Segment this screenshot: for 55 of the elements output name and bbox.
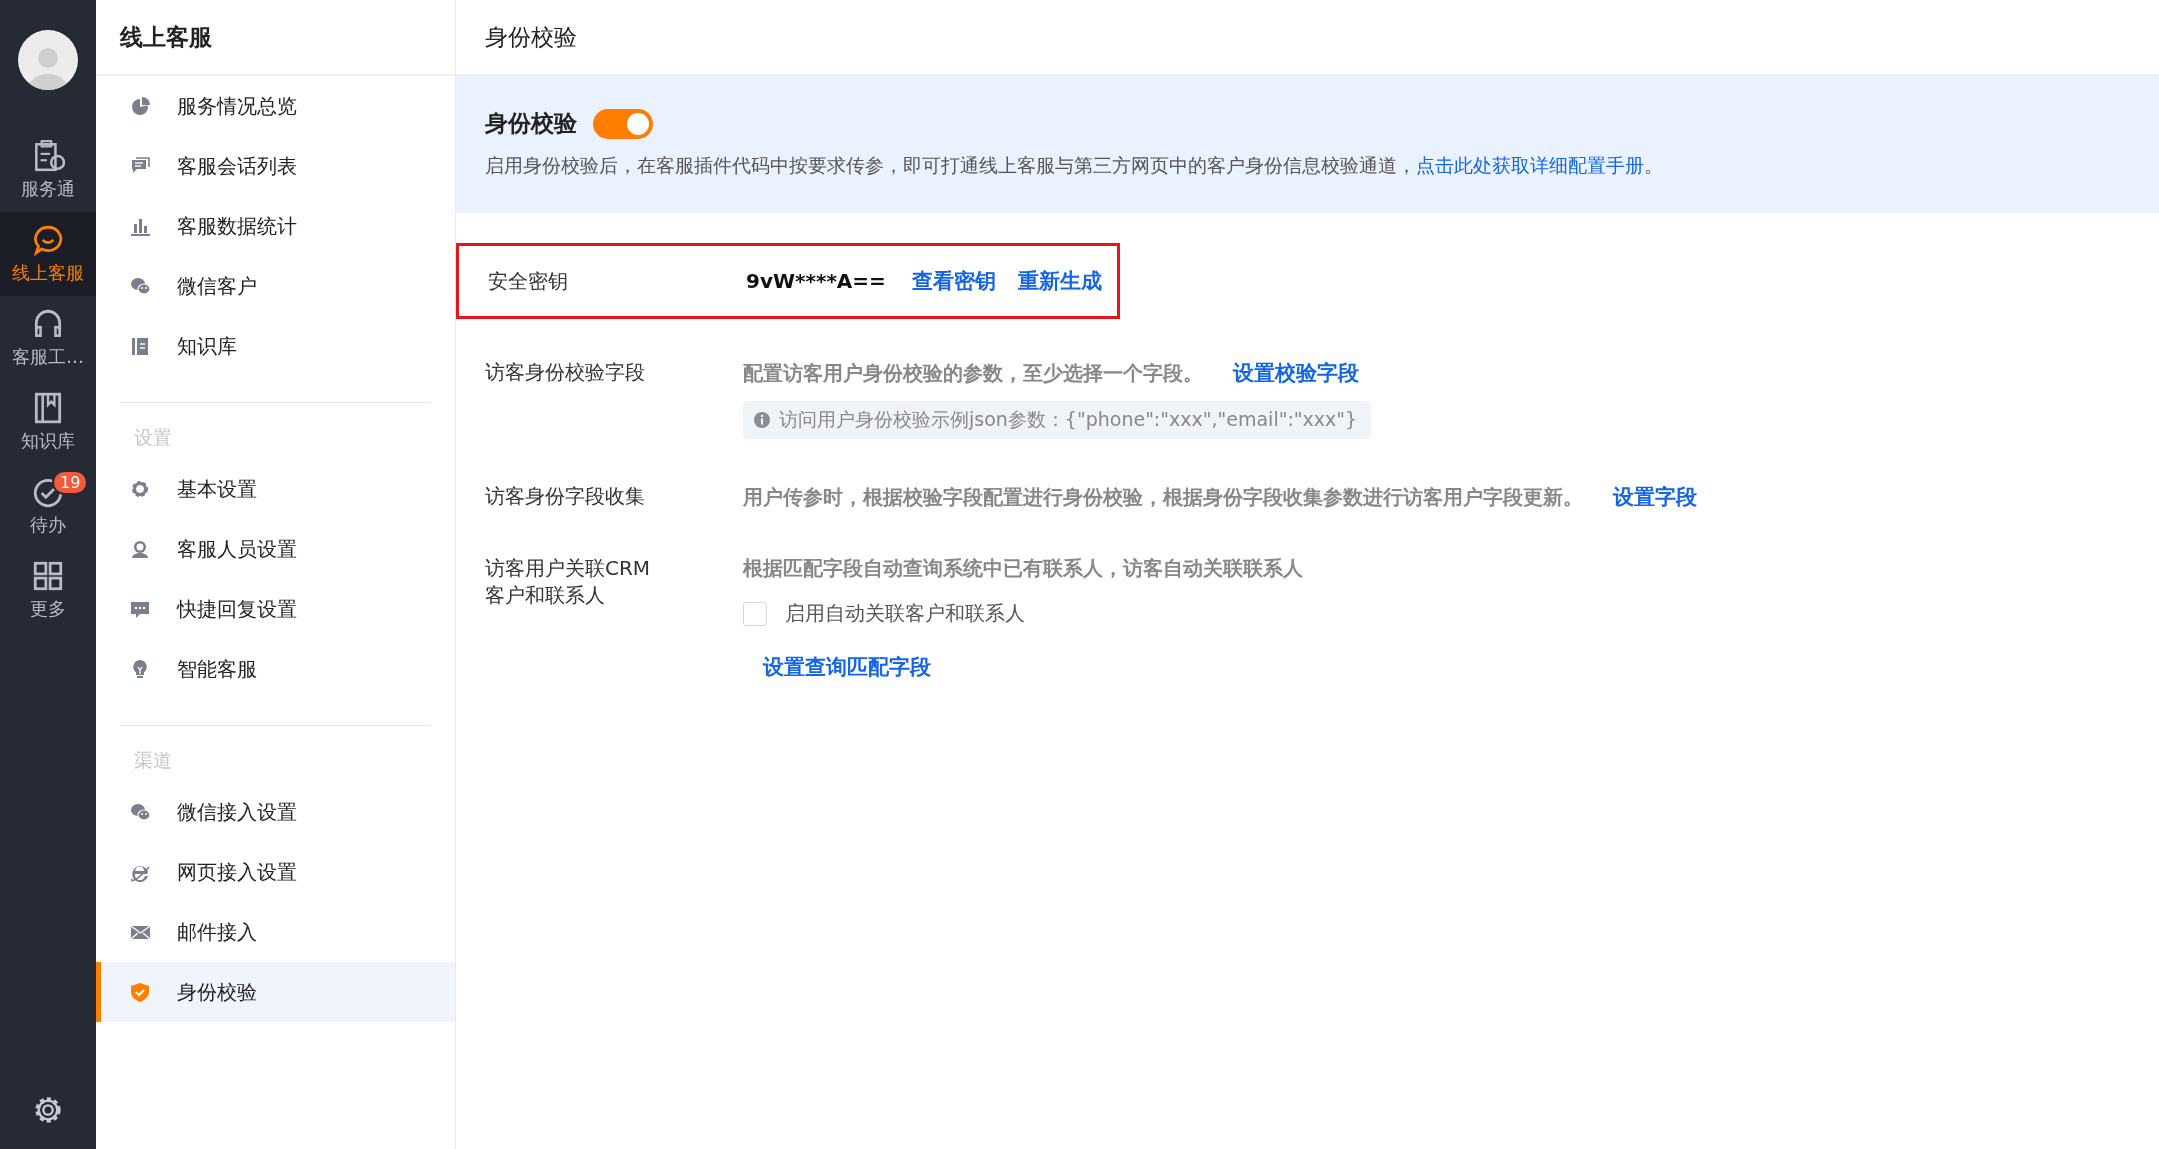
sidebar-item[interactable]: 客服数据统计: [96, 196, 455, 256]
key-value: 9vW****A==: [746, 269, 886, 293]
sidebar-item[interactable]: 智能客服: [96, 639, 455, 699]
sidebar-item[interactable]: 客服会话列表: [96, 136, 455, 196]
sidebar-item[interactable]: 服务情况总览: [96, 76, 455, 136]
sidebar-item[interactable]: 网页接入设置: [96, 842, 455, 902]
sidebar-item[interactable]: 微信接入设置: [96, 782, 455, 842]
action-link[interactable]: 查看密钥: [911, 267, 996, 295]
avatar[interactable]: [18, 30, 78, 90]
field-label: 访客身份校验字段: [485, 359, 646, 386]
rail-item[interactable]: 服务通: [0, 128, 96, 212]
settings-icon[interactable]: [33, 1095, 63, 1125]
field-label: 访客用户关联CRM 客户和联系人: [485, 555, 652, 609]
wechat-icon: [130, 801, 151, 823]
sidebar-title: 线上客服: [96, 0, 455, 76]
rail-item[interactable]: 更多: [0, 548, 96, 632]
sidebar-item[interactable]: 客服人员设置: [96, 519, 455, 579]
checkbox-label: 启用自动关联客户和联系人: [785, 600, 1025, 627]
grid-icon: [31, 559, 65, 593]
field-description: 配置访客用户身份校验的参数，至少选择一个字段。: [743, 359, 1203, 387]
book-icon: [130, 335, 151, 357]
field-label: 安全密钥: [488, 267, 569, 295]
wechat-icon: [130, 275, 151, 297]
description-text: 启用身份校验后，在客服插件代码中按要求传参，即可打通线上客服与第三方网页中的客户身份信息校验通道，点击此处获取详细配置手册。: [485, 153, 1664, 178]
count-badge: 19: [52, 470, 89, 495]
settings-link[interactable]: 设置校验字段: [1233, 359, 1359, 387]
action-link[interactable]: 重新生成: [1017, 267, 1102, 295]
gear-icon: [130, 478, 151, 500]
sidebar-item[interactable]: 知识库: [96, 316, 455, 376]
agent-icon: [130, 538, 151, 560]
sidebar-item[interactable]: 基本设置: [96, 459, 455, 519]
section-heading: 设置: [133, 425, 173, 450]
sidebar-item[interactable]: 邮件接入: [96, 902, 455, 962]
manual-link[interactable]: 点击此处获取详细配置手册: [1416, 154, 1644, 176]
toggle-switch[interactable]: [593, 108, 653, 139]
rail-item[interactable]: 客服工…: [0, 296, 96, 380]
field-description: 用户传参时，根据校验字段配置进行身份校验，根据身份字段收集参数进行访客用户字段更新。: [743, 483, 1583, 511]
settings-link[interactable]: 设置查询匹配字段: [763, 653, 931, 681]
sidebar-item[interactable]: 身份校验: [96, 962, 455, 1022]
rail-item[interactable]: 线上客服: [0, 212, 96, 296]
hint-text: 访问用户身份校验示例json参数：{"phone":"xxx","email":"xxx"}: [779, 407, 1358, 432]
checkbox[interactable]: [743, 601, 767, 626]
field-description: 根据匹配字段自动查询系统中已有联系人，访客自动关联联系人: [743, 555, 1303, 582]
pie-chart-icon: [130, 95, 151, 117]
rail-item[interactable]: 知识库: [0, 380, 96, 464]
section-heading: 渠道: [133, 748, 173, 773]
settings-link[interactable]: 设置字段: [1613, 483, 1697, 511]
rail-item[interactable]: 待办 19: [0, 464, 96, 548]
section-title: 身份校验: [485, 109, 577, 138]
field-label: 访客身份字段收集: [485, 483, 646, 510]
shield-check-icon: [130, 981, 151, 1003]
info-icon: [753, 411, 771, 429]
chat-bubble-icon: [31, 223, 65, 257]
sidebar-item[interactable]: 微信客户: [96, 256, 455, 316]
sidebar-item[interactable]: 快捷回复设置: [96, 579, 455, 639]
